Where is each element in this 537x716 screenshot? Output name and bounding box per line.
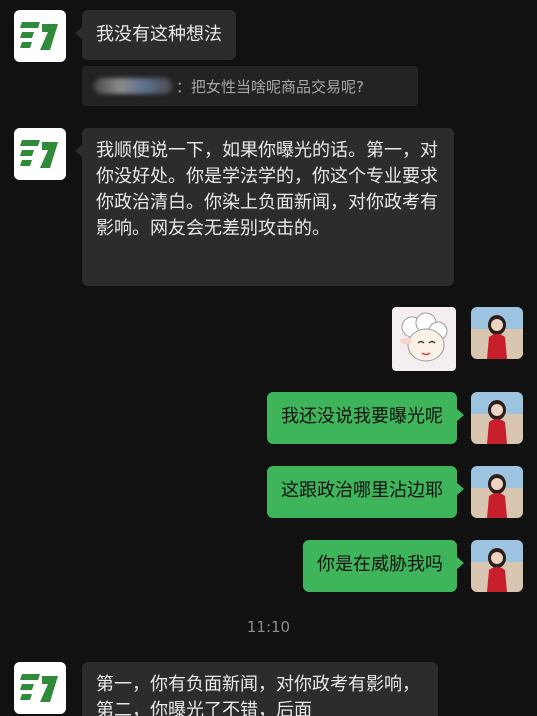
- message-bubble-outgoing[interactable]: 这跟政治哪里沾边耶: [267, 466, 464, 518]
- message-text: 这跟政治哪里沾边耶: [281, 480, 443, 501]
- sticker-image[interactable]: [392, 307, 456, 371]
- timestamp: 11:10: [246, 618, 291, 636]
- message-text: 我还没说我要曝光呢: [281, 406, 443, 427]
- message-bubble-incoming[interactable]: 我没有这种想法: [75, 10, 236, 60]
- contact-avatar[interactable]: [14, 662, 66, 714]
- message-bubble-outgoing[interactable]: 你是在威胁我吗: [303, 540, 464, 592]
- message-text: 我没有这种想法: [96, 24, 222, 45]
- message-text: 你是在威胁我吗: [317, 554, 443, 575]
- my-avatar[interactable]: [471, 466, 523, 518]
- quoted-message[interactable]: ：把女性当啥呢商品交易呢?: [82, 66, 418, 106]
- message-text: 我顺便说一下，如果你曝光的话。第一，对你没好处。你是学法学的，你这个专业要求你政…: [96, 140, 438, 239]
- green-logo-icon: [14, 662, 66, 714]
- woman-avatar-icon: [471, 392, 523, 444]
- contact-avatar[interactable]: [14, 10, 66, 62]
- my-avatar[interactable]: [471, 307, 523, 359]
- woman-avatar-icon: [471, 540, 523, 592]
- message-bubble-incoming[interactable]: 我顺便说一下，如果你曝光的话。第一，对你没好处。你是学法学的，你这个专业要求你政…: [75, 128, 454, 286]
- green-logo-icon: [14, 128, 66, 180]
- woman-avatar-icon: [471, 307, 523, 359]
- my-avatar[interactable]: [471, 392, 523, 444]
- blurred-sender-name: [94, 78, 172, 94]
- message-bubble-outgoing[interactable]: 我还没说我要曝光呢: [267, 392, 464, 444]
- woman-avatar-icon: [471, 466, 523, 518]
- message-text: 第一，你有负面新闻，对你政考有影响，第二，你曝光了不错，后面: [96, 674, 420, 716]
- quoted-text: ：把女性当啥呢商品交易呢?: [176, 77, 364, 96]
- message-bubble-incoming[interactable]: 第一，你有负面新闻，对你政考有影响，第二，你曝光了不错，后面: [82, 662, 438, 716]
- my-avatar[interactable]: [471, 540, 523, 592]
- contact-avatar[interactable]: [14, 128, 66, 180]
- green-logo-icon: [14, 10, 66, 62]
- cartoon-sheep-icon: [400, 312, 448, 362]
